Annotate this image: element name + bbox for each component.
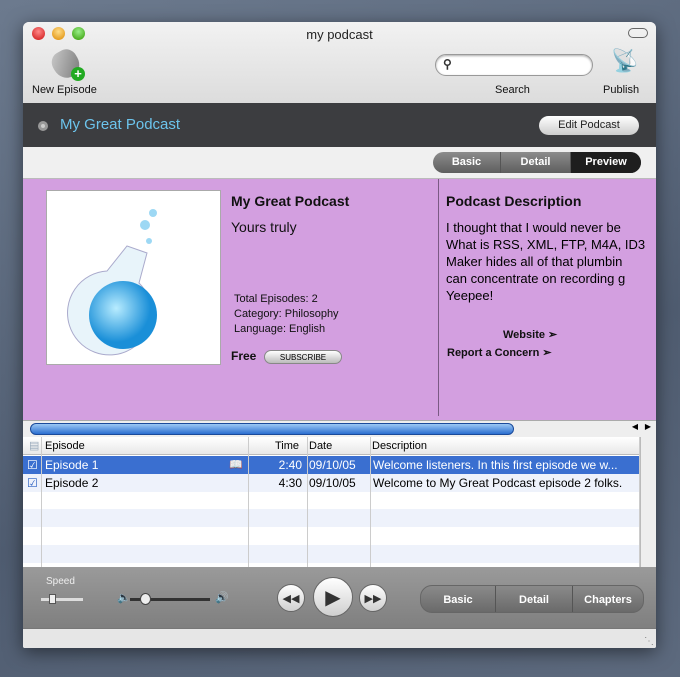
podcast-title: My Great Podcast (60, 116, 181, 133)
bottom-tab-basic[interactable]: Basic (421, 586, 496, 612)
scroll-thumb[interactable] (30, 423, 514, 435)
episode-description: Welcome listeners. In this first episode… (373, 458, 618, 472)
window-title: my podcast (306, 27, 373, 42)
podcast-header: My Great Podcast Edit Podcast (23, 103, 656, 147)
table-header: ▤ Episode Time Date Description (23, 437, 640, 455)
app-window: my podcast + New Episode ⚲ Search 📡 Publ… (23, 22, 656, 648)
episode-description: Welcome to My Great Podcast episode 2 fo… (373, 476, 623, 490)
table-row[interactable]: ☑ Episode 2 4:30 09/10/05 Welcome to My … (23, 474, 640, 492)
subscribe-button[interactable]: SUBSCRIBE (264, 350, 342, 364)
rewind-icon: ◀◀ (282, 592, 300, 605)
resize-grip-icon[interactable]: ⋱ (644, 636, 654, 647)
episode-date: 09/10/05 (309, 476, 356, 490)
new-episode-label: New Episode (32, 84, 97, 96)
report-concern-link[interactable]: Report a Concern ➢ (447, 346, 552, 359)
speed-label: Speed (46, 576, 75, 587)
episode-time: 2:40 (278, 458, 302, 472)
satellite-dish-icon: 📡 (611, 48, 639, 73)
bottom-tab-chapters[interactable]: Chapters (573, 586, 643, 612)
description-line: What is RSS, XML, FTP, M4A, ID3 (446, 237, 646, 252)
checkbox[interactable]: ☑ (27, 456, 38, 474)
search-label: Search (495, 84, 530, 96)
speed-slider[interactable] (41, 594, 83, 604)
report-label: Report a Concern (447, 347, 540, 359)
scroll-right-icon[interactable]: ▶ (645, 422, 651, 431)
price: Free (231, 349, 257, 363)
volume-knob[interactable] (140, 593, 151, 605)
vertical-scrollbar[interactable] (640, 437, 656, 567)
view-tabs: Basic Detail Preview (433, 152, 641, 173)
arrow-circle-icon: ➢ (548, 329, 558, 341)
language: Language: English (234, 323, 326, 335)
preview-author: Yours truly (231, 219, 297, 235)
website-label: Website (503, 329, 545, 341)
website-link[interactable]: Website ➢ (503, 328, 557, 341)
episode-time: 4:30 (278, 476, 302, 490)
document-icon: ▤ (29, 440, 40, 452)
description-line: can concentrate on recording g (446, 271, 626, 286)
episode-date: 09/10/05 (309, 458, 356, 472)
total-episodes: Total Episodes: 2 (234, 293, 318, 305)
volume-low-icon: 🔈 (117, 592, 131, 604)
toolbar: my podcast + New Episode ⚲ Search 📡 Publ… (23, 22, 656, 103)
plus-icon: + (71, 67, 85, 81)
volume-high-icon: 🔊 (215, 592, 229, 604)
flask-icon (67, 209, 157, 356)
play-icon: ▶ (325, 586, 341, 609)
chapters-icon: 📖 (229, 459, 243, 471)
play-button[interactable]: ▶ (313, 577, 353, 617)
preview-pane: My Great Podcast Yours truly Total Episo… (23, 179, 656, 420)
search-input[interactable]: ⚲ (435, 54, 593, 76)
column-episode[interactable]: Episode (45, 437, 85, 455)
rewind-button[interactable]: ◀◀ (277, 584, 305, 612)
disclosure-icon[interactable] (38, 121, 48, 131)
tab-basic[interactable]: Basic (433, 152, 501, 173)
description-line: I thought that I would never be (446, 220, 621, 235)
checkbox[interactable]: ☑ (27, 474, 38, 492)
episode-name: Episode 1 (45, 458, 99, 472)
search-icon: ⚲ (443, 57, 452, 71)
player-controls: Speed 🔈 🔊 ◀◀ ▶ ▶▶ Basic Detail Chapters (23, 567, 656, 628)
episode-name: Episode 2 (45, 476, 99, 490)
edit-podcast-button[interactable]: Edit Podcast (539, 116, 639, 135)
tab-detail[interactable]: Detail (501, 152, 571, 173)
column-description[interactable]: Description (372, 437, 427, 455)
view-tabs-row: Basic Detail Preview (23, 147, 656, 179)
episode-table: ▤ Episode Time Date Description ☑ Episod… (23, 437, 640, 567)
description-text: I thought that I would never be What is … (446, 219, 645, 304)
table-row[interactable]: ☑ Episode 1 📖 2:40 09/10/05 Welcome list… (23, 456, 640, 474)
publish-label: Publish (603, 84, 640, 96)
podcast-artwork (46, 190, 221, 365)
description-heading: Podcast Description (446, 193, 582, 209)
fast-forward-icon: ▶▶ (364, 592, 382, 605)
volume-slider[interactable] (130, 593, 210, 605)
scroll-left-icon[interactable]: ◀ (632, 422, 638, 431)
status-bar: ⋱ (23, 628, 656, 648)
column-time[interactable]: Time (275, 437, 299, 455)
description-line: Maker hides all of that plumbin (446, 254, 623, 269)
horizontal-scrollbar[interactable]: ◀ ▶ (23, 420, 656, 437)
bottom-tabs: Basic Detail Chapters (420, 585, 644, 613)
description-line: Yeepee! (446, 288, 494, 303)
bottom-tab-detail[interactable]: Detail (496, 586, 573, 612)
divider (438, 179, 439, 416)
toolbar-toggle-button[interactable] (628, 28, 648, 38)
fast-forward-button[interactable]: ▶▶ (359, 584, 387, 612)
column-date[interactable]: Date (309, 437, 332, 455)
tab-preview[interactable]: Preview (571, 152, 641, 173)
preview-title: My Great Podcast (231, 193, 350, 209)
arrow-circle-icon: ➢ (542, 347, 552, 359)
category: Category: Philosophy (234, 308, 339, 320)
